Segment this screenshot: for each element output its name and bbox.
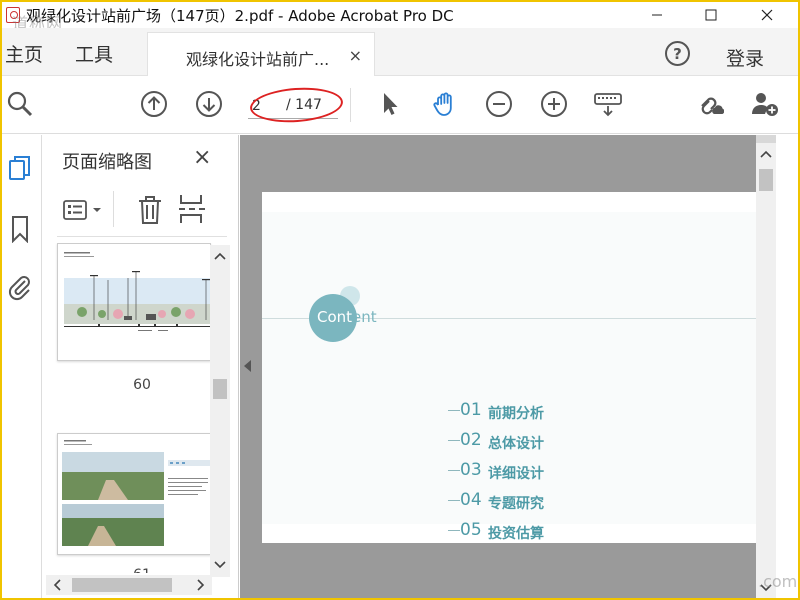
toc-number: 05 <box>460 520 482 540</box>
title-bar: 观绿化设计站前广场（147页）2.pdf - Adobe Acrobat Pro… <box>2 2 798 33</box>
thumbnail-page-61[interactable] <box>57 433 211 555</box>
scroll-thumb <box>72 578 172 592</box>
scroll-thumb <box>213 379 227 399</box>
toc-number: 02 <box>460 430 482 450</box>
scroll-down-icon <box>214 561 226 569</box>
corner-watermark: .com <box>758 572 798 591</box>
content-heading: Content <box>317 308 377 326</box>
tab-tools[interactable]: 工具 <box>75 40 113 67</box>
content-heading-tail: ent <box>352 308 377 326</box>
thumbnail-page-60[interactable] <box>57 243 211 361</box>
thumbnail-61-label: 61 <box>127 567 157 573</box>
right-edge <box>776 135 798 598</box>
close-panel-icon[interactable]: × <box>193 145 211 170</box>
thumbnail-61-preview <box>62 440 210 546</box>
bookmark-icon[interactable] <box>6 215 34 243</box>
search-icon[interactable] <box>6 90 34 118</box>
minimize-icon <box>652 14 662 16</box>
close-window-button[interactable] <box>744 2 790 28</box>
document-tab-label: 观绿化设计站前广... <box>186 50 330 69</box>
scroll-left-icon <box>53 579 61 591</box>
panel-title: 页面缩略图 <box>62 152 152 173</box>
select-cursor-icon[interactable] <box>376 90 404 118</box>
login-button[interactable]: 登录 <box>726 44 764 71</box>
toc-number: 04 <box>460 490 482 510</box>
toolbar: / 147 <box>2 76 798 134</box>
close-icon <box>761 9 773 21</box>
window-title: 观绿化设计站前广场（147页）2.pdf - Adobe Acrobat Pro… <box>26 7 454 25</box>
left-navigation-rail <box>2 135 42 598</box>
thumbnail-60-preview <box>64 252 210 331</box>
scroll-up-icon <box>760 150 772 158</box>
annotation-ellipse <box>248 84 345 126</box>
zoom-out-icon[interactable] <box>485 90 513 118</box>
toolbar-divider <box>350 88 351 122</box>
thumbnail-horizontal-scrollbar[interactable] <box>46 575 212 595</box>
tab-home[interactable]: 主页 <box>5 40 43 67</box>
toc-text: 总体设计 <box>488 436 544 452</box>
attachment-icon[interactable] <box>6 273 34 301</box>
app-window: 观绿化设计站前广场（147页）2.pdf - Adobe Acrobat Pro… <box>2 2 798 598</box>
toc-text: 前期分析 <box>488 406 544 422</box>
toc-number: 01 <box>460 400 482 420</box>
tab-bar: 主页 工具 观绿化设计站前广... × ? 登录 <box>2 28 798 77</box>
slide-content: Content 01 前期分析 02 总体设计 03 详细设计 04 专题研究 … <box>262 212 756 542</box>
collapse-panel-icon[interactable] <box>244 360 251 372</box>
page-down-icon[interactable] <box>195 90 223 118</box>
scroll-right-icon <box>197 579 205 591</box>
scroll-up-icon <box>214 252 226 260</box>
toc-text: 专题研究 <box>488 496 544 512</box>
scroll-thumb <box>759 169 773 191</box>
thumbnails-panel: 页面缩略图 × 60 <box>43 135 239 598</box>
page-strip: Content 01 前期分析 02 总体设计 03 详细设计 04 专题研究 … <box>262 135 756 598</box>
minimize-button[interactable] <box>634 2 680 28</box>
tab-document[interactable]: 观绿化设计站前广... × <box>147 32 375 77</box>
toc-text: 详细设计 <box>488 466 544 482</box>
thumbnail-60-label: 60 <box>133 377 151 393</box>
help-icon[interactable]: ? <box>665 41 690 66</box>
thumbnail-options-icon[interactable] <box>63 199 107 227</box>
add-user-icon[interactable] <box>750 90 778 118</box>
scroll-top-cap <box>756 135 776 143</box>
page-thumbnails-icon[interactable] <box>6 155 34 183</box>
pdf-page: Content 01 前期分析 02 总体设计 03 详细设计 04 专题研究 … <box>262 192 756 543</box>
zoom-in-icon[interactable] <box>540 90 568 118</box>
document-vertical-scrollbar[interactable] <box>756 135 776 598</box>
toc-number: 03 <box>460 460 482 480</box>
document-view[interactable]: Content 01 前期分析 02 总体设计 03 详细设计 04 专题研究 … <box>240 135 756 598</box>
content-heading-main: Cont <box>317 308 353 326</box>
trash-icon[interactable] <box>137 195 163 229</box>
maximize-icon <box>705 9 717 21</box>
thumbnail-vertical-scrollbar[interactable] <box>210 245 230 577</box>
maximize-button[interactable] <box>688 2 734 28</box>
panel-toolbar <box>57 185 227 237</box>
toc-text: 投资估算 <box>488 526 544 542</box>
share-link-icon[interactable] <box>696 90 724 118</box>
hand-icon[interactable] <box>431 90 459 118</box>
page-up-icon[interactable] <box>140 90 168 118</box>
close-tab-icon[interactable]: × <box>349 46 362 65</box>
panel-divider <box>113 191 114 227</box>
extract-pages-icon[interactable] <box>179 193 207 229</box>
keyboard-icon[interactable] <box>594 90 622 118</box>
